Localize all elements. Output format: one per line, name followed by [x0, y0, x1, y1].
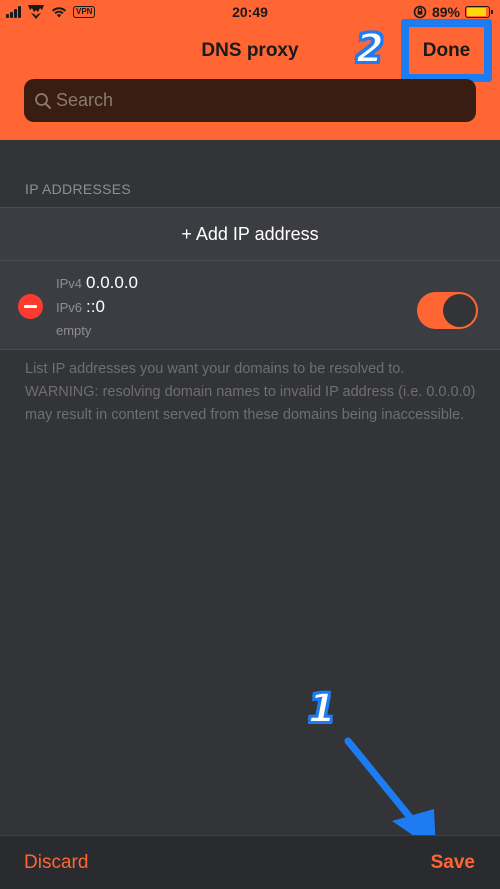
battery-icon [465, 6, 493, 18]
save-button[interactable]: Save [431, 852, 475, 874]
search-icon [35, 92, 51, 109]
done-button[interactable]: Done [401, 19, 492, 82]
battery-fill [467, 8, 486, 16]
rotation-lock-icon [413, 5, 427, 19]
delete-icon[interactable] [18, 294, 43, 319]
ipv6-label: IPv6 [56, 300, 83, 315]
ip-enabled-toggle[interactable] [417, 292, 478, 329]
search-bar[interactable] [24, 79, 476, 122]
ipv6-line: IPv6 ::0 [56, 297, 105, 317]
step-2-annotation: 2 [355, 25, 385, 73]
ip-entry-note: empty [56, 323, 92, 338]
toggle-knob [443, 294, 476, 327]
ip-addresses-section-header: IP ADDRESSES [25, 181, 132, 197]
ip-address-row[interactable]: IPv4 0.0.0.0 IPv6 ::0 empty [0, 261, 500, 350]
ipv4-line: IPv4 0.0.0.0 [56, 273, 138, 293]
ip-addresses-footer-note: List IP addresses you want your domains … [25, 361, 476, 423]
ipv4-value: 0.0.0.0 [86, 273, 139, 292]
bottom-toolbar: Discard Save [0, 835, 500, 889]
header-bar: VPN 20:49 89% DNS proxy 2 Done [0, 0, 500, 140]
ipv4-label: IPv4 [56, 276, 83, 291]
step-1-annotation: 1 [307, 685, 337, 733]
battery-percentage: 89% [431, 4, 460, 20]
ip-addresses-group: + Add IP address IPv4 0.0.0.0 IPv6 ::0 e… [0, 207, 500, 350]
add-ip-address-button[interactable]: + Add IP address [0, 208, 500, 261]
ipv6-value: ::0 [86, 297, 105, 316]
search-input[interactable] [56, 90, 456, 111]
discard-button[interactable]: Discard [24, 852, 88, 874]
